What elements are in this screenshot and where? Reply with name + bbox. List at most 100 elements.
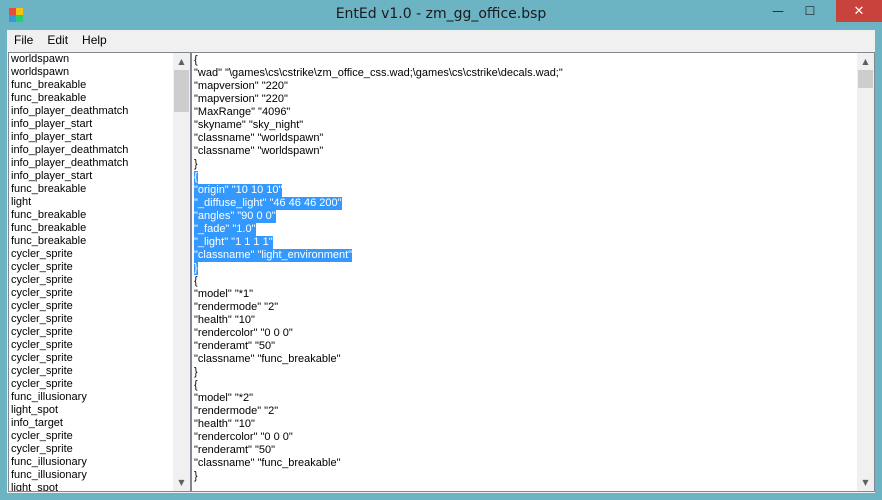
chevron-down-icon[interactable]: ▼: [173, 474, 190, 491]
text-line[interactable]: "wad" "\games\cs\cstrike\zm_office_css.w…: [194, 67, 854, 80]
text-line-content: {: [194, 379, 198, 391]
text-line-content: {: [194, 54, 198, 66]
selected-text-line[interactable]: {: [194, 171, 854, 184]
list-item[interactable]: info_player_start: [9, 131, 174, 144]
text-line[interactable]: "classname" "func_breakable": [194, 353, 854, 366]
list-item[interactable]: info_player_deathmatch: [9, 157, 174, 170]
minimize-button[interactable]: —: [764, 0, 792, 22]
text-line-content: {: [194, 171, 198, 184]
text-line-content: "classname" "func_breakable": [194, 353, 341, 365]
chevron-down-icon[interactable]: ▼: [857, 474, 874, 491]
list-item[interactable]: info_player_deathmatch: [9, 105, 174, 118]
text-line-content: }: [194, 470, 198, 482]
text-line[interactable]: "MaxRange" "4096": [194, 106, 854, 119]
title-bar[interactable]: EntEd v1.0 - zm_gg_office.bsp — ☐ ✕: [0, 0, 882, 30]
menu-file[interactable]: File: [7, 30, 40, 51]
text-line[interactable]: "rendercolor" "0 0 0": [194, 327, 854, 340]
list-item[interactable]: cycler_sprite: [9, 261, 174, 274]
text-line-content: "rendermode" "2": [194, 301, 279, 313]
list-item[interactable]: cycler_sprite: [9, 352, 174, 365]
list-item[interactable]: cycler_sprite: [9, 300, 174, 313]
list-item[interactable]: func_illusionary: [9, 391, 174, 404]
text-line[interactable]: "health" "10": [194, 314, 854, 327]
list-item[interactable]: cycler_sprite: [9, 443, 174, 456]
text-line[interactable]: "model" "*1": [194, 288, 854, 301]
list-item[interactable]: cycler_sprite: [9, 248, 174, 261]
list-item[interactable]: worldspawn: [9, 66, 174, 79]
list-item[interactable]: cycler_sprite: [9, 326, 174, 339]
list-item[interactable]: func_illusionary: [9, 469, 174, 482]
list-item[interactable]: func_breakable: [9, 235, 174, 248]
text-line[interactable]: "skyname" "sky_night": [194, 119, 854, 132]
text-line[interactable]: "rendermode" "2": [194, 405, 854, 418]
client-area: File Edit Help worldspawn worldspawn func_…: [7, 30, 875, 493]
list-item[interactable]: worldspawn: [9, 53, 174, 66]
text-line[interactable]: {: [194, 275, 854, 288]
text-line[interactable]: "rendermode" "2": [194, 301, 854, 314]
list-item[interactable]: cycler_sprite: [9, 313, 174, 326]
menu-help[interactable]: Help: [75, 30, 114, 51]
list-item[interactable]: func_breakable: [9, 92, 174, 105]
list-item[interactable]: func_breakable: [9, 79, 174, 92]
list-item[interactable]: info_target: [9, 417, 174, 430]
text-line[interactable]: "model" "*2": [194, 392, 854, 405]
text-line[interactable]: "renderamt" "50": [194, 340, 854, 353]
text-line-content: "health" "10": [194, 314, 255, 326]
list-item[interactable]: func_breakable: [9, 209, 174, 222]
entity-list-scroll-thumb[interactable]: [174, 70, 189, 112]
chevron-up-icon[interactable]: ▲: [857, 53, 874, 70]
text-line[interactable]: "classname" "worldspawn": [194, 132, 854, 145]
list-item[interactable]: cycler_sprite: [9, 430, 174, 443]
list-item[interactable]: info_player_deathmatch: [9, 144, 174, 157]
list-item[interactable]: info_player_start: [9, 118, 174, 131]
text-line[interactable]: "mapversion" "220": [194, 93, 854, 106]
close-button[interactable]: ✕: [836, 0, 882, 22]
list-item[interactable]: light: [9, 196, 174, 209]
text-line[interactable]: "renderamt" "50": [194, 444, 854, 457]
selected-text-line[interactable]: "_diffuse_light" "46 46 46 200": [194, 197, 854, 210]
selected-text-line[interactable]: "_light" "1 1 1 1": [194, 236, 854, 249]
selected-text-line[interactable]: "_fade" "1.0": [194, 223, 854, 236]
text-line-content: "classname" "light_environment": [194, 249, 353, 262]
text-line-content: }: [194, 262, 198, 275]
text-line[interactable]: "classname" "worldspawn": [194, 145, 854, 158]
text-line[interactable]: }: [194, 366, 854, 379]
text-line[interactable]: }: [194, 158, 854, 171]
text-line[interactable]: "rendercolor" "0 0 0": [194, 431, 854, 444]
list-item[interactable]: light_spot: [9, 482, 174, 491]
text-line[interactable]: {: [194, 379, 854, 392]
list-item[interactable]: cycler_sprite: [9, 339, 174, 352]
list-item[interactable]: light_spot: [9, 404, 174, 417]
selected-text-line[interactable]: "angles" "90 0 0": [194, 210, 854, 223]
chevron-up-icon[interactable]: ▲: [173, 53, 190, 70]
editor-scrollbar[interactable]: ▲ ▼: [857, 53, 874, 491]
list-item[interactable]: cycler_sprite: [9, 378, 174, 391]
text-line[interactable]: "mapversion" "220": [194, 80, 854, 93]
list-item[interactable]: func_illusionary: [9, 456, 174, 469]
close-icon: ✕: [853, 3, 865, 19]
text-line[interactable]: }: [194, 470, 854, 483]
maximize-button[interactable]: ☐: [796, 0, 824, 22]
text-line[interactable]: "classname" "func_breakable": [194, 457, 854, 470]
list-item[interactable]: cycler_sprite: [9, 274, 174, 287]
list-item[interactable]: func_breakable: [9, 222, 174, 235]
list-item[interactable]: cycler_sprite: [9, 365, 174, 378]
list-item[interactable]: info_player_start: [9, 170, 174, 183]
text-line[interactable]: {: [194, 54, 854, 67]
entity-listbox[interactable]: worldspawn worldspawn func_breakable func_b…: [8, 52, 191, 492]
selected-text-line[interactable]: "classname" "light_environment": [194, 249, 854, 262]
menu-bar: File Edit Help: [7, 30, 875, 51]
selected-text-line[interactable]: "origin" "10 10 10": [194, 184, 854, 197]
text-line-content: "_diffuse_light" "46 46 46 200": [194, 197, 342, 210]
text-line-content: "_fade" "1.0": [194, 223, 256, 236]
entity-text-editor[interactable]: {"wad" "\games\cs\cstrike\zm_office_css.…: [191, 52, 875, 492]
list-item[interactable]: cycler_sprite: [9, 287, 174, 300]
text-line[interactable]: "health" "10": [194, 418, 854, 431]
selected-text-line[interactable]: }: [194, 262, 854, 275]
entity-list-scrollbar[interactable]: ▲ ▼: [173, 53, 190, 491]
list-item[interactable]: func_breakable: [9, 183, 174, 196]
text-line-content: {: [194, 275, 198, 287]
menu-edit[interactable]: Edit: [40, 30, 75, 51]
editor-scroll-thumb[interactable]: [858, 70, 873, 88]
text-line-content: "classname" "worldspawn": [194, 132, 324, 144]
